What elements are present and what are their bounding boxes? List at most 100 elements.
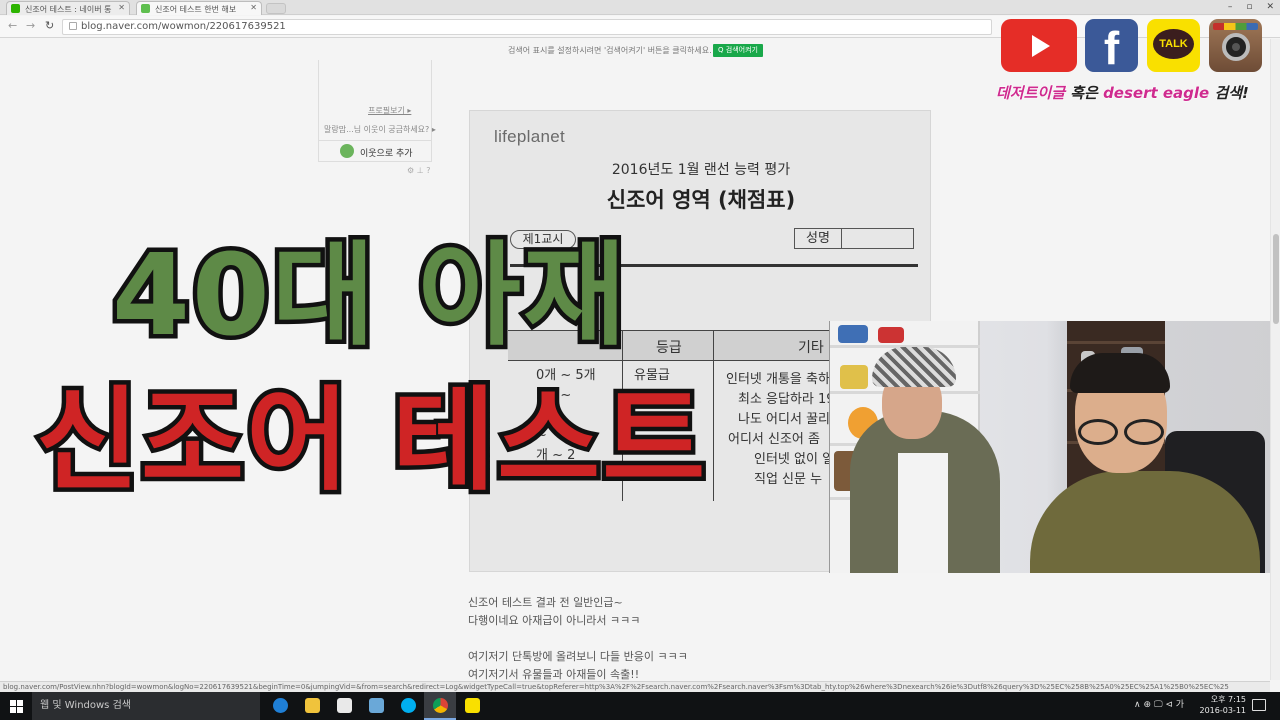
blog-text-line: 여기저기서 유물들과 아재들이 속출!! — [468, 668, 640, 681]
kakaotalk-icon: TALK — [1147, 19, 1200, 72]
clock-date: 2016-03-11 — [1199, 706, 1247, 715]
close-window-button[interactable]: ✕ — [1266, 2, 1274, 12]
header-etc: 기타 — [798, 340, 824, 356]
youtube-icon — [1001, 19, 1077, 72]
edge-icon — [273, 698, 288, 713]
windows-start-button[interactable] — [0, 692, 32, 720]
tab-title: 신조어 테스트 한번 해보 — [155, 5, 237, 14]
blog-text-line: 다행이네요 아재급이 아니라서 ㅋㅋㅋ — [468, 614, 641, 627]
table-cell: 인터넷 개통을 축하 — [726, 372, 830, 387]
add-neighbor-button[interactable]: 이웃으로 추가 — [318, 140, 432, 162]
blog-text-line: 신조어 테스트 결과 전 일반인급~ — [468, 596, 623, 609]
close-icon[interactable]: ✕ — [250, 3, 257, 12]
notification-icon[interactable] — [1252, 699, 1266, 711]
system-tray[interactable]: ∧ ⊕ 🖵 ⊲ 가 — [1134, 697, 1184, 710]
instagram-stripe — [1213, 23, 1258, 30]
scrollbar-thumb[interactable] — [1273, 234, 1279, 324]
camera-lens-icon — [1222, 33, 1250, 61]
forward-icon[interactable]: → — [26, 19, 35, 32]
taskbar-store[interactable] — [328, 692, 360, 720]
blog-favicon — [141, 4, 150, 13]
header-grade: 등급 — [656, 340, 682, 356]
browser-tab-bar: 신조어 테스트 : 네이버 통 ✕ 신조어 테스트 한번 해보 ✕ – ▫ ✕ — [0, 0, 1280, 15]
person-left-cap — [872, 347, 956, 387]
screen: 신조어 테스트 : 네이버 통 ✕ 신조어 테스트 한번 해보 ✕ – ▫ ✕ … — [0, 0, 1280, 720]
cta-search: 검색! — [1209, 84, 1249, 103]
person-right-hair — [1070, 353, 1170, 393]
neighbor-link[interactable]: 말랑맘...님 이웃이 궁금하세요? ▸ — [324, 124, 436, 135]
taskbar-search[interactable]: 웹 및 Windows 검색 — [32, 692, 260, 720]
tab-search-result[interactable]: 신조어 테스트 : 네이버 통 ✕ — [6, 1, 130, 15]
doc-title: 신조어 영역 (채점표) — [606, 188, 796, 212]
figure-toy — [840, 365, 868, 389]
maximize-button[interactable]: ▫ — [1246, 2, 1252, 12]
name-label: 성명 — [795, 229, 842, 248]
shelf-board — [1067, 341, 1165, 344]
figure-toy — [838, 325, 868, 343]
name-box: 성명 — [794, 228, 914, 249]
cta-or: 혹은 — [1065, 84, 1104, 103]
taskbar-chrome[interactable] — [424, 692, 456, 720]
figure-toy — [878, 327, 904, 343]
back-icon[interactable]: ← — [8, 19, 17, 32]
status-url: blog.naver.com/PostView.nhn?blogId=wowmo… — [0, 681, 1270, 692]
doc-subtitle: 2016년도 1월 랜선 능력 평가 — [611, 162, 791, 178]
lifeplanet-logo: lifeplanet — [494, 127, 566, 146]
user-add-icon — [340, 144, 354, 158]
new-tab-button[interactable] — [266, 3, 286, 14]
store-icon — [337, 698, 352, 713]
overlay-title-line2: 신조어 테스트 — [31, 376, 709, 506]
folder-icon — [305, 698, 320, 713]
url-text: blog.naver.com/wowmon/220617639521 — [81, 21, 286, 32]
close-icon[interactable]: ✕ — [118, 3, 125, 12]
tab-blog-post[interactable]: 신조어 테스트 한번 해보 ✕ — [136, 1, 262, 15]
taskbar-app[interactable] — [360, 692, 392, 720]
windows-taskbar: 웹 및 Windows 검색 ∧ ⊕ 🖵 ⊲ 가 오후 7:15 2016-03… — [0, 692, 1280, 720]
tab-title: 신조어 테스트 : 네이버 통 — [25, 5, 112, 14]
taskbar-kakaotalk[interactable] — [456, 692, 488, 720]
person-left-shirt — [898, 453, 948, 573]
table-cell: 나도 어디서 꿀리 — [738, 412, 830, 427]
naver-favicon — [11, 4, 20, 13]
facebook-icon: f — [1085, 19, 1138, 74]
taskbar-clock[interactable]: 오후 7:15 2016-03-11 — [1196, 694, 1247, 716]
taskbar-skype[interactable] — [392, 692, 424, 720]
minimize-button[interactable]: – — [1228, 2, 1233, 12]
window-controls: – ▫ ✕ — [1228, 0, 1274, 14]
profile-settings-icons[interactable]: ⚙ ⊥ ? — [407, 166, 430, 175]
instagram-icon — [1209, 19, 1262, 72]
table-cell: 인터넷 없이 일 — [754, 452, 835, 467]
search-notice: 검색어 표시를 설정하시려면 '검색어켜기' 버튼을 클릭하세요. — [508, 46, 712, 55]
cta-english-name: desert eagle — [1103, 84, 1210, 103]
table-cell: 어디서 신조어 좀 — [728, 432, 820, 447]
url-input[interactable]: blog.naver.com/wowmon/220617639521 — [62, 19, 992, 35]
search-cta: 데저트이글 혹은 desert eagle 검색! — [995, 82, 1249, 103]
play-icon — [1032, 35, 1050, 57]
search-toggle-button[interactable]: Q 검색어켜기 — [713, 44, 763, 57]
windows-logo-icon — [10, 700, 16, 706]
windows-logo-icon — [17, 700, 23, 706]
chrome-icon — [433, 698, 448, 713]
skype-icon — [401, 698, 416, 713]
blog-text-line: 여기저기 단톡방에 올려보니 다들 반응이 ㅋㅋㅋ — [468, 650, 688, 663]
clock-time: 오후 7:15 — [1210, 695, 1246, 704]
kakaotalk-icon — [465, 698, 480, 713]
kakaotalk-label: TALK — [1153, 29, 1194, 59]
page-scrollbar[interactable] — [1270, 39, 1280, 680]
taskbar-edge[interactable] — [264, 692, 296, 720]
overlay-title-line1: 40대 아재 — [108, 231, 631, 361]
table-cell: 최소 응답하라 19 — [738, 392, 835, 407]
reload-icon[interactable]: ↻ — [45, 19, 54, 32]
windows-logo-icon — [10, 707, 16, 713]
app-icon — [369, 698, 384, 713]
profile-link[interactable]: 프로필보기 ▸ — [368, 105, 411, 116]
webcam-feed — [829, 321, 1280, 573]
table-cell: 직업 신문 누 — [754, 472, 823, 487]
table-divider — [713, 331, 714, 501]
cta-korean-name: 데저트이글 — [995, 84, 1066, 103]
taskbar-explorer[interactable] — [296, 692, 328, 720]
glasses — [1078, 419, 1164, 445]
add-neighbor-label: 이웃으로 추가 — [360, 149, 413, 159]
page-icon — [69, 22, 77, 30]
windows-logo-icon — [17, 707, 23, 713]
